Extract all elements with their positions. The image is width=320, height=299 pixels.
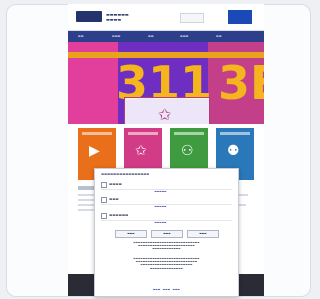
- consent-row[interactable]: ▬▬▬: [101, 195, 232, 205]
- consent-checkbox[interactable]: [101, 182, 107, 188]
- eu-flag-icon: [228, 10, 252, 24]
- nav-item[interactable]: ▬▬▬: [180, 34, 189, 39]
- header-search-input[interactable]: [180, 13, 204, 23]
- group-icon: ⚉: [227, 143, 240, 159]
- dialog-footer-links[interactable]: ▬▬▬ ▬▬▬ ▬▬▬: [95, 288, 238, 291]
- hero-banner[interactable]: 311 3E ✩: [68, 42, 264, 124]
- dialog-description: ▬▬▬▬▬▬▬▬▬▬▬▬▬▬▬▬▬▬▬▬▬▬▬▬▬▬▬▬ ▬▬▬▬▬▬▬▬▬▬▬▬…: [133, 241, 200, 251]
- nav-item[interactable]: ▬▬: [78, 34, 84, 39]
- site-header: ▬▬▬▬▬▬ ▬▬▬▬: [68, 4, 264, 31]
- hero-digits-right: 3E: [218, 56, 264, 110]
- dialog-button[interactable]: ▬▬▬: [151, 230, 183, 238]
- star-icon: ✩: [135, 143, 147, 159]
- dialog-buttons: ▬▬▬ ▬▬▬ ▬▬▬: [115, 230, 219, 238]
- consent-row[interactable]: ▬▬▬▬▬▬: [101, 211, 232, 221]
- dialog-title-placeholder: ▬▬▬▬▬▬▬▬▬▬▬▬▬▬▬▬: [101, 172, 150, 176]
- consent-details-link[interactable]: ▬▬▬▬▬: [95, 190, 226, 193]
- main-navigation: ▬▬ ▬▬▬ ▬▬ ▬▬▬ ▬▬: [68, 31, 264, 42]
- consent-checkbox[interactable]: [101, 197, 107, 203]
- consent-details-link[interactable]: ▬▬▬▬▬: [95, 205, 226, 208]
- dialog-button[interactable]: ▬▬▬: [187, 230, 219, 238]
- brand-text-placeholder: ▬▬▬▬▬▬ ▬▬▬▬: [106, 12, 129, 22]
- dialog-button[interactable]: ▬▬▬: [115, 230, 147, 238]
- consent-details-link[interactable]: ▬▬▬▬▬: [95, 221, 226, 224]
- play-icon: ▶: [89, 143, 100, 159]
- site-logo[interactable]: [76, 11, 102, 22]
- nav-item[interactable]: ▬▬▬: [112, 34, 121, 39]
- cookie-consent-dialog: ▬▬▬▬▬▬▬▬▬▬▬▬▬▬▬▬ ▬▬▬▬ ▬▬▬▬▬ ▬▬▬ ▬▬▬▬▬ ▬▬…: [94, 168, 239, 297]
- consent-checkbox[interactable]: [101, 213, 107, 219]
- people-icon: ⚇: [181, 143, 194, 159]
- nav-item[interactable]: ▬▬: [148, 34, 154, 39]
- nav-item[interactable]: ▬▬: [216, 34, 222, 39]
- consent-row[interactable]: ▬▬▬▬: [101, 180, 232, 190]
- dialog-description: ▬▬▬▬▬▬▬▬▬▬▬▬▬▬▬▬▬▬▬▬▬▬▬▬▬▬▬▬ ▬▬▬▬▬▬▬▬▬▬▬▬…: [133, 257, 200, 270]
